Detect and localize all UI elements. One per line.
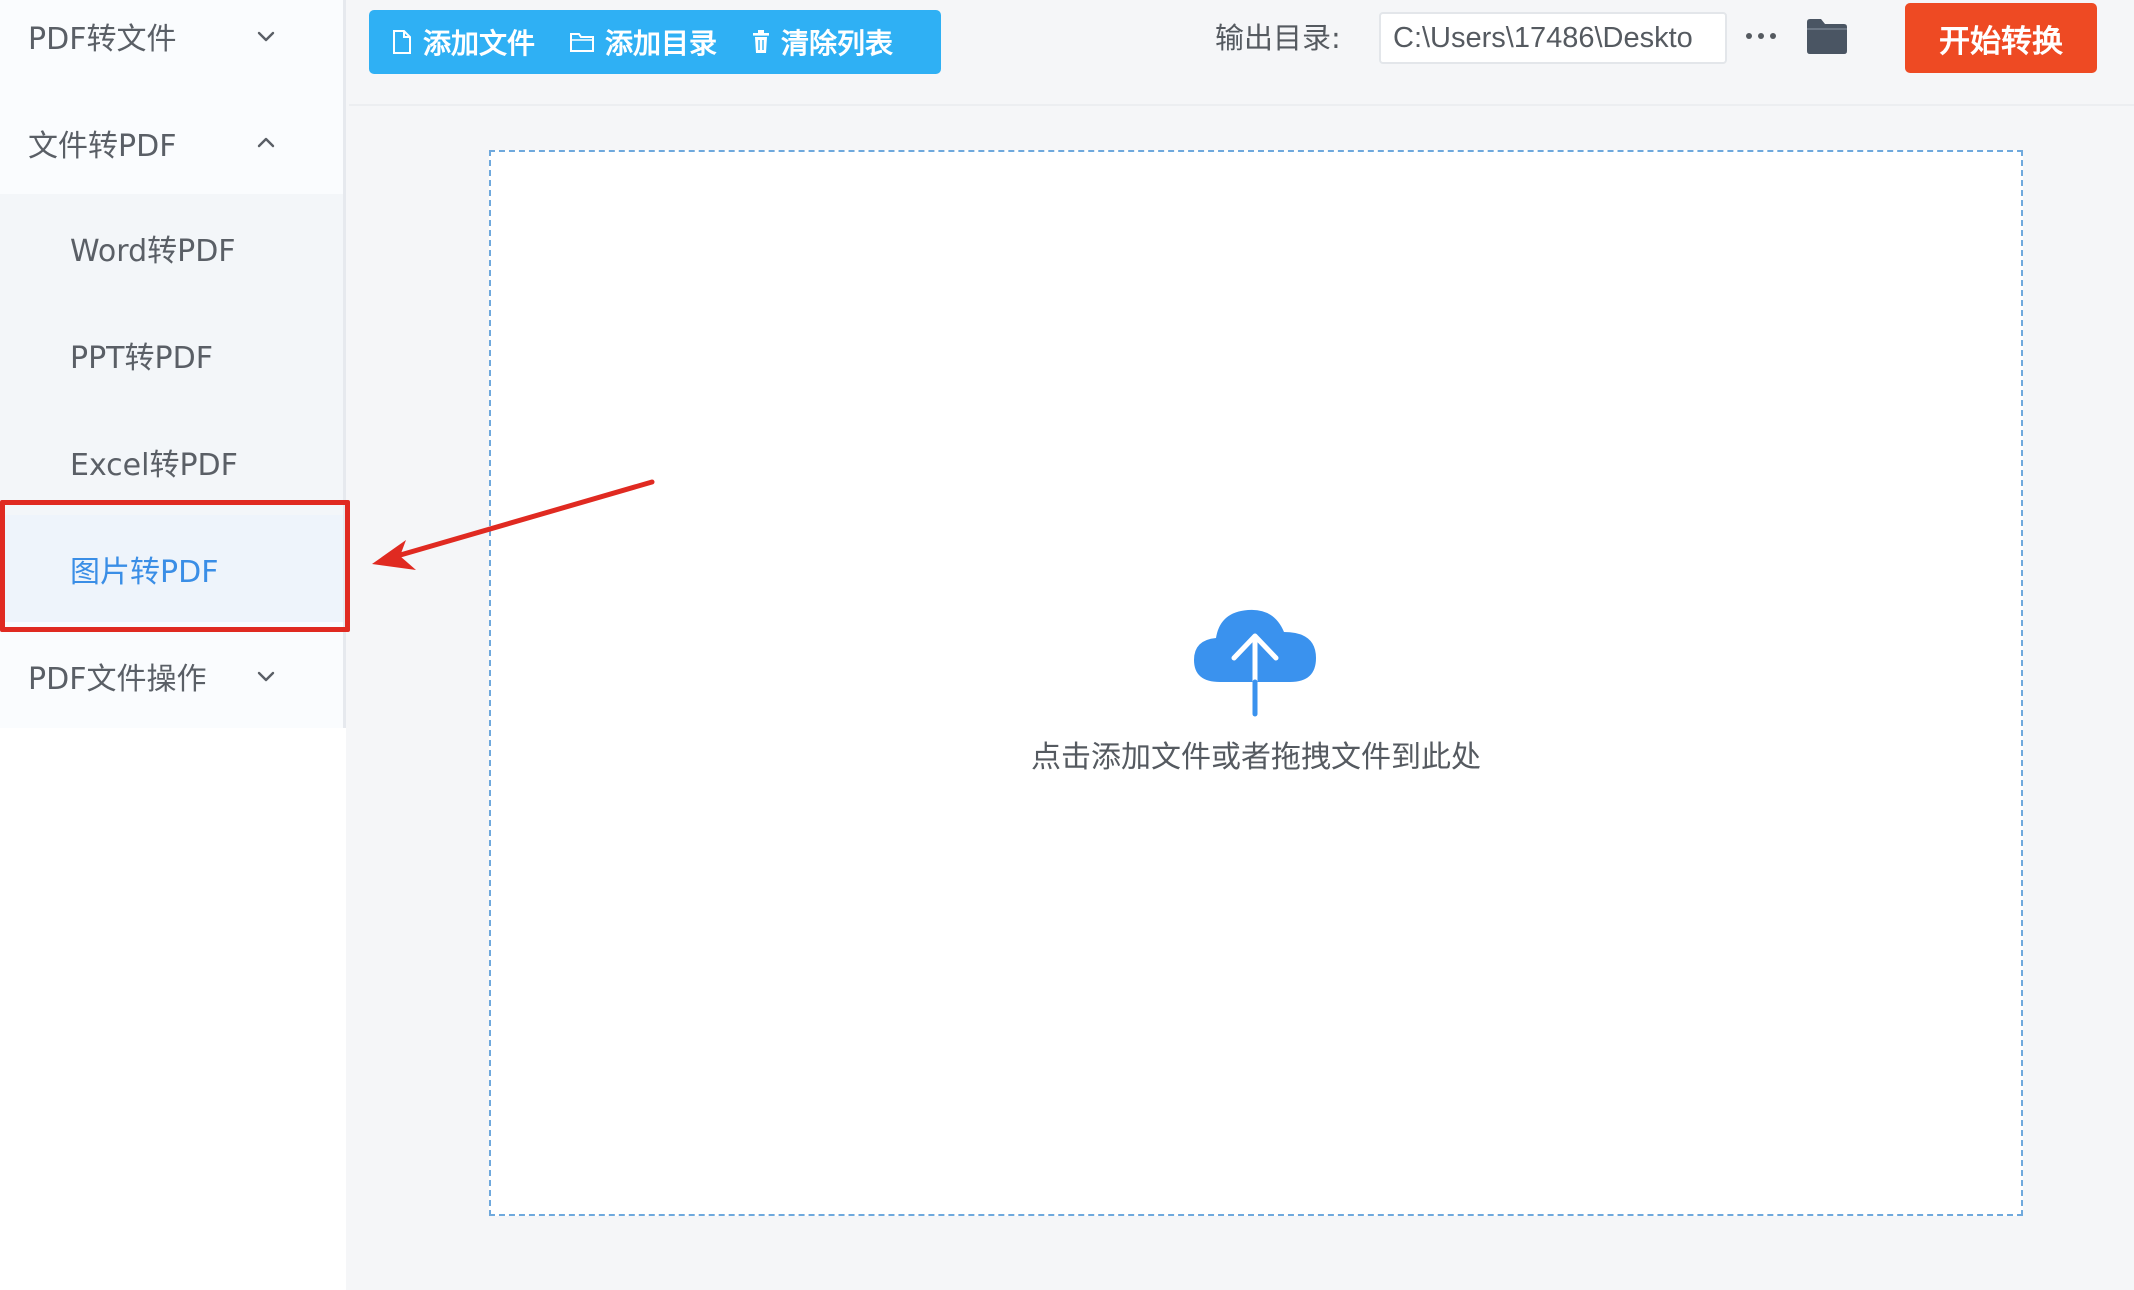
sidebar-item-image-to-pdf[interactable]: 图片转PDF [0,515,343,622]
chevron-down-icon [255,665,277,687]
sidebar-item-label: Word转PDF [70,233,236,269]
chevron-down-icon [255,25,277,47]
clear-list-button[interactable]: 清除列表 [751,10,893,74]
sidebar-group-pdf-to-file[interactable]: PDF转文件 [0,0,343,89]
browse-folder-button[interactable] [1805,16,1849,56]
trash-icon [753,30,770,53]
top-toolbar: 添加文件 添加目录 清除列表 输出目录: C:\Users\17486\Desk… [349,0,2134,106]
app-window: PDF转文件 文件转PDF Word转PDF PPT转PDF Excel转PDF [0,0,2134,1290]
add-file-label: 添加文件 [423,27,536,60]
ellipsis-icon [1770,33,1776,39]
output-directory-label: 输出目录: [1215,21,1341,55]
chevron-up-icon [255,132,277,154]
folder-icon [1807,19,1847,54]
sidebar-item-word-to-pdf[interactable]: Word转PDF [0,194,343,301]
sidebar-group-pdf-operations[interactable]: PDF文件操作 [0,622,343,729]
sidebar-item-label: 图片转PDF [70,554,219,590]
sidebar: PDF转文件 文件转PDF Word转PDF PPT转PDF Excel转PDF [0,0,346,1290]
sidebar-group-file-to-pdf[interactable]: 文件转PDF [0,89,343,196]
output-directory-input[interactable]: C:\Users\17486\Deskto [1379,12,1727,64]
add-file-button[interactable]: 添加文件 [391,10,535,74]
more-options-button[interactable] [1741,18,1781,54]
main-content: 点击添加文件或者拖拽文件到此处 [349,108,2134,1290]
sidebar-menu: PDF转文件 文件转PDF Word转PDF PPT转PDF Excel转PDF [0,0,346,728]
start-convert-button[interactable]: 开始转换 [1905,3,2097,73]
add-folder-button[interactable]: 添加目录 [569,10,717,74]
sidebar-item-label: Excel转PDF [70,447,238,483]
clear-list-label: 清除列表 [781,27,894,60]
folder-outline-icon [570,33,595,52]
drop-zone-hint: 点击添加文件或者拖拽文件到此处 [1031,740,1481,775]
add-folder-label: 添加目录 [605,27,718,60]
sidebar-item-excel-to-pdf[interactable]: Excel转PDF [0,408,343,515]
sidebar-item-ppt-to-pdf[interactable]: PPT转PDF [0,301,343,408]
cloud-upload-icon [1190,602,1320,718]
ellipsis-icon [1758,33,1764,39]
file-icon [393,30,411,54]
sidebar-item-label: PPT转PDF [70,340,213,376]
sidebar-group-label: PDF文件操作 [28,661,207,697]
sidebar-group-label: PDF转文件 [28,21,177,57]
file-action-group: 添加文件 添加目录 清除列表 [369,10,941,74]
sidebar-group-label: 文件转PDF [28,128,177,164]
ellipsis-icon [1746,33,1752,39]
file-drop-zone[interactable]: 点击添加文件或者拖拽文件到此处 [489,150,2023,1216]
